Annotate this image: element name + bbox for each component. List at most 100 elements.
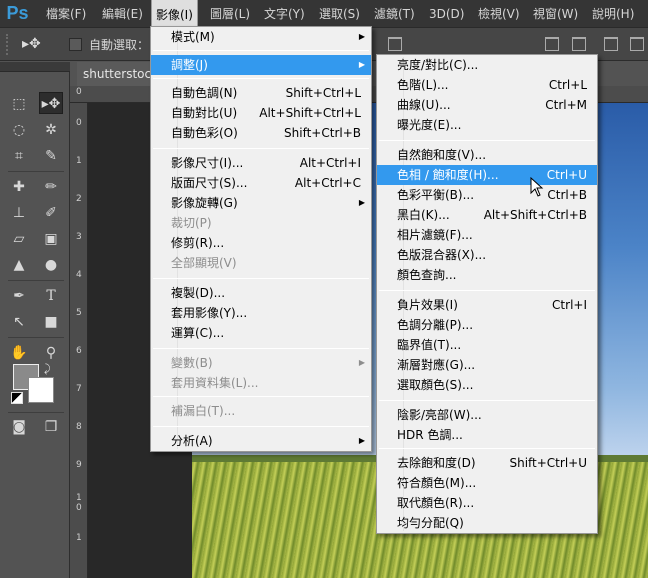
menu-item-色彩平衡[interactable]: 色彩平衡(B)... Ctrl+B [377,185,597,205]
menu-filter[interactable]: 濾鏡(T) [370,0,419,28]
menu-item-臨界值[interactable]: 臨界值(T)... [377,335,597,355]
menu-item-自動色彩[interactable]: 自動色彩(O) Shift+Ctrl+B [151,123,371,143]
menu-item-色相-飽和度[interactable]: 色相 / 飽和度(H)... Ctrl+U [377,165,597,185]
menu-item-影像尺寸[interactable]: 影像尺寸(I)... Alt+Ctrl+I [151,153,371,173]
gradient-tool-icon[interactable]: ▣ [39,228,63,250]
menu-item-分析[interactable]: 分析(A) ▶ [151,431,371,451]
menu-item-label: 陰影/亮部(W)... [397,408,482,422]
menu-item-shortcut: Ctrl+U [546,168,587,182]
lasso-tool-icon[interactable]: ◌ [7,119,31,141]
eyedropper-icon[interactable]: ✎ [39,145,63,167]
crop-tool-icon[interactable]: ⌗ [7,145,31,167]
toolbar-divider [8,171,64,172]
menu-item-均勻分配[interactable]: 均勻分配(Q) [377,513,597,533]
menu-separator [379,290,595,291]
menu-item-黑白[interactable]: 黑白(K)... Alt+Shift+Ctrl+B [377,205,597,225]
menu-item-運算[interactable]: 運算(C)... [151,323,371,343]
menu-item-label: 模式(M) [171,30,215,44]
menu-item-修剪[interactable]: 修剪(R)... [151,233,371,253]
menu-item-漸層對應[interactable]: 漸層對應(G)... [377,355,597,375]
blur-tool-icon[interactable]: ▲ [7,254,31,276]
menu-image[interactable]: 影像(I) [151,0,198,29]
menu-item-顏色查詢[interactable]: 顏色查詢... [377,265,597,285]
marquee-tool-icon[interactable]: ⬚ [7,93,31,115]
path-select-icon[interactable]: ↖ [7,311,31,333]
align-top-icon[interactable] [388,37,402,51]
menu-item-自動對比[interactable]: 自動對比(U) Alt+Shift+Ctrl+L [151,103,371,123]
dodge-tool-icon[interactable]: ● [39,254,63,276]
magic-wand-icon[interactable]: ✲ [39,119,63,141]
menu-type[interactable]: 文字(Y) [260,0,309,28]
move-tool-button[interactable]: ▸✥ [39,92,63,114]
type-tool-icon[interactable]: T [39,285,63,307]
menu-item-曲線[interactable]: 曲線(U)... Ctrl+M [377,95,597,115]
menu-item-shortcut: Alt+Shift+Ctrl+L [259,106,361,120]
menu-window[interactable]: 視窗(W) [529,0,582,28]
menu-item-版面尺寸[interactable]: 版面尺寸(S)... Alt+Ctrl+C [151,173,371,193]
ruler-label: 0 [76,503,82,513]
menu-item-hdr-色調[interactable]: HDR 色調... [377,425,597,445]
menu-item-符合顏色[interactable]: 符合顏色(M)... [377,473,597,493]
menu-item-去除飽和度[interactable]: 去除飽和度(D) Shift+Ctrl+U [377,453,597,473]
menu-item-相片濾鏡[interactable]: 相片濾鏡(F)... [377,225,597,245]
menu-file[interactable]: 檔案(F) [42,0,90,28]
menu-item-自然飽和度[interactable]: 自然飽和度(V)... [377,145,597,165]
background-color-swatch[interactable] [28,377,54,403]
adjustments-submenu: 亮度/對比(C)... 色階(L)... Ctrl+L 曲線(U)... Ctrl+M 曝… [376,54,598,534]
menu-item-亮度-對比[interactable]: 亮度/對比(C)... [377,55,597,75]
ruler-label: 4 [76,270,82,280]
menu-item-調整[interactable]: 調整(J) ▶ [151,55,371,75]
brush-tool-icon[interactable]: ✏ [39,176,63,198]
distribute-left-icon[interactable] [630,37,644,51]
auto-select-checkbox[interactable] [69,38,82,51]
rectangle-tool-icon[interactable]: ■ [39,311,63,333]
menu-item-取代顏色[interactable]: 取代顏色(R)... [377,493,597,513]
options-grip[interactable] [6,34,10,55]
menu-item-label: 色階(L)... [397,78,449,92]
menu-item-陰影-亮部[interactable]: 陰影/亮部(W)... [377,405,597,425]
distribute-center-icon[interactable] [572,37,586,51]
menu-item-負片效果[interactable]: 負片效果(I) Ctrl+I [377,295,597,315]
default-colors-icon[interactable] [11,392,23,404]
menu-item-label: 版面尺寸(S)... [171,176,248,190]
menu-help[interactable]: 說明(H) [588,0,638,28]
distribute-top-icon[interactable] [545,37,559,51]
toolbar-header[interactable] [0,62,70,72]
eraser-tool-icon[interactable]: ▱ [7,228,31,250]
swap-colors-icon[interactable]: ⤸ [44,362,51,376]
menu-view[interactable]: 檢視(V) [474,0,524,28]
menu-item-選取顏色[interactable]: 選取顏色(S)... [377,375,597,395]
menu-separator [379,400,595,401]
menu-item-色調分離[interactable]: 色調分離(P)... [377,315,597,335]
menu-item-shortcut: Ctrl+B [547,188,587,202]
menu-select[interactable]: 選取(S) [315,0,364,28]
menu-edit[interactable]: 編輯(E) [98,0,147,28]
menu-item-自動色調[interactable]: 自動色調(N) Shift+Ctrl+L [151,83,371,103]
menu-item-色階[interactable]: 色階(L)... Ctrl+L [377,75,597,95]
ruler-label: 7 [76,384,82,394]
history-brush-icon[interactable]: ✐ [39,202,63,224]
menu-layer[interactable]: 圖層(L) [206,0,254,28]
menu-item-label: 色相 / 飽和度(H)... [397,168,499,182]
pen-tool-icon[interactable]: ✒ [7,285,31,307]
submenu-arrow-icon: ▶ [358,358,365,367]
menu-item-label: 影像旋轉(G) [171,196,238,210]
menu-3d[interactable]: 3D(D) [425,0,468,28]
hand-tool-icon[interactable]: ✋ [7,342,31,364]
menu-item-套用影像[interactable]: 套用影像(Y)... [151,303,371,323]
menu-item-模式[interactable]: 模式(M) ▶ [151,27,371,47]
menu-item-label: 調整(J) [171,58,208,72]
clone-stamp-icon[interactable]: ⊥ [7,202,31,224]
menu-item-label: 選取顏色(S)... [397,378,474,392]
healing-brush-icon[interactable]: ✚ [7,176,31,198]
menu-item-影像旋轉[interactable]: 影像旋轉(G) ▶ [151,193,371,213]
photoshop-logo: Ps [6,3,29,23]
distribute-bottom-icon[interactable] [604,37,618,51]
menu-item-曝光度[interactable]: 曝光度(E)... [377,115,597,135]
move-tool-icon[interactable]: ▸✥ [22,36,41,52]
menu-item-色版混合器[interactable]: 色版混合器(X)... [377,245,597,265]
quick-mask-icon[interactable]: ◙ [7,416,31,438]
zoom-tool-icon[interactable]: ⚲ [39,342,63,364]
menu-item-複製[interactable]: 複製(D)... [151,283,371,303]
screen-mode-icon[interactable]: ❐ [39,416,63,438]
